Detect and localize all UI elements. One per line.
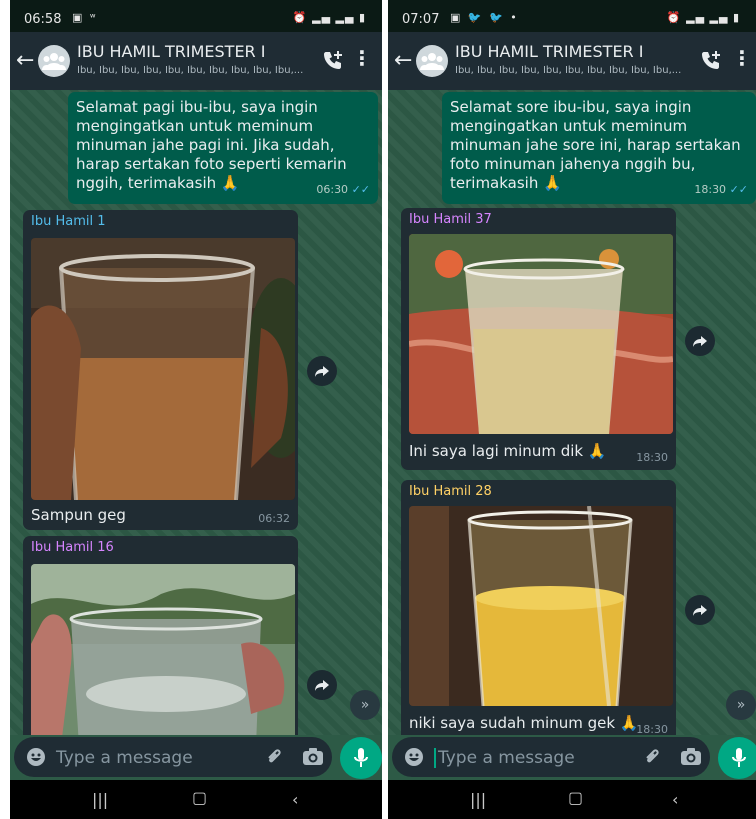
forward-icon[interactable] xyxy=(685,326,715,356)
input-placeholder: Type a message xyxy=(56,748,193,768)
chat-area[interactable]: Selamat sore ibu-ibu, saya ingin menging… xyxy=(388,90,756,735)
add-call-icon[interactable] xyxy=(700,49,722,75)
forward-icon[interactable] xyxy=(307,356,337,386)
recents-nav-icon[interactable]: ||| xyxy=(470,790,486,809)
compose-bar: Type a message xyxy=(10,735,382,780)
message-text: Selamat sore ibu-ibu, saya ingin menging… xyxy=(450,98,741,192)
message-caption: niki saya sudah minum gek 🙏 xyxy=(409,714,639,732)
home-nav-icon[interactable]: ▢ xyxy=(568,788,583,807)
back-nav-icon[interactable]: ‹ xyxy=(672,790,678,809)
status-bar: 07:07 ▣ 🐦 🐦 • ⏰ ▂▄ ▂▄ ▮ xyxy=(388,8,756,30)
status-bar: 06:58 ▣ ʷ ⏰ ▂▄ ▂▄ ▮ xyxy=(10,8,382,30)
message-meta: 18:30 ✓✓ xyxy=(694,180,748,199)
message-time: 18:30 xyxy=(636,451,668,464)
group-avatar-icon[interactable] xyxy=(38,45,70,77)
back-arrow-icon[interactable]: ← xyxy=(16,48,34,73)
group-members[interactable]: Ibu, Ibu, Ibu, Ibu, Ibu, Ibu, Ibu, Ibu, … xyxy=(455,65,687,76)
ginger-drink-photo[interactable] xyxy=(409,234,673,434)
more-vert-icon[interactable]: ⋮ xyxy=(732,46,752,70)
more-vert-icon[interactable]: ⋮ xyxy=(352,46,372,70)
chat-header[interactable]: ← IBU HAMIL TRIMESTER I Ibu, Ibu, Ibu, I… xyxy=(10,32,382,90)
message-text: Selamat pagi ibu-ibu, saya ingin menging… xyxy=(76,98,347,192)
scroll-down-icon[interactable]: » xyxy=(350,690,380,720)
message-caption: Ini saya lagi minum dik 🙏 xyxy=(409,442,607,460)
sender-name[interactable]: Ibu Hamil 28 xyxy=(409,484,492,499)
message-input[interactable]: Type a message xyxy=(392,737,710,777)
home-nav-icon[interactable]: ▢ xyxy=(192,788,207,807)
back-nav-icon[interactable]: ‹ xyxy=(292,790,298,809)
sender-name[interactable]: Ibu Hamil 16 xyxy=(31,540,114,555)
mic-icon[interactable] xyxy=(340,737,382,779)
message-caption: Sampun geg xyxy=(31,506,126,524)
ginger-drink-photo[interactable] xyxy=(31,564,295,735)
system-nav-bar: ||| ▢ ‹ xyxy=(10,780,382,819)
group-avatar-icon[interactable] xyxy=(416,45,448,77)
compose-bar: Type a message xyxy=(388,735,756,780)
message-time: 06:32 xyxy=(258,512,290,525)
incoming-image-message[interactable]: Ibu Hamil 16 xyxy=(23,536,298,735)
sender-name[interactable]: Ibu Hamil 1 xyxy=(31,214,106,229)
emoji-icon[interactable] xyxy=(404,747,424,771)
forward-icon[interactable] xyxy=(307,670,337,700)
input-placeholder: Type a message xyxy=(434,748,575,768)
forward-icon[interactable] xyxy=(685,595,715,625)
message-time: 18:30 xyxy=(694,183,727,196)
outgoing-message[interactable]: Selamat pagi ibu-ibu, saya ingin menging… xyxy=(68,92,378,204)
message-meta: 06:30 ✓✓ xyxy=(316,180,370,199)
ginger-drink-photo[interactable] xyxy=(31,238,295,500)
incoming-image-message[interactable]: Ibu Hamil 28 niki saya sudah minum gek 🙏… xyxy=(401,480,676,735)
camera-icon[interactable] xyxy=(680,747,702,771)
right-phone-screen: 07:07 ▣ 🐦 🐦 • ⏰ ▂▄ ▂▄ ▮ ← IBU HAMIL TRIM… xyxy=(388,0,756,819)
outgoing-message[interactable]: Selamat sore ibu-ibu, saya ingin menging… xyxy=(442,92,756,204)
message-time: 06:30 xyxy=(316,183,349,196)
message-time: 18:30 xyxy=(636,723,668,735)
mic-icon[interactable] xyxy=(718,737,756,779)
group-title[interactable]: IBU HAMIL TRIMESTER I xyxy=(455,42,643,61)
incoming-image-message[interactable]: Ibu Hamil 37 Ini saya lagi minum dik 🙏 1… xyxy=(401,208,676,470)
ginger-drink-photo[interactable] xyxy=(409,506,673,706)
camera-icon[interactable] xyxy=(302,747,324,771)
system-nav-bar: ||| ▢ ‹ xyxy=(388,780,756,819)
group-members[interactable]: Ibu, Ibu, Ibu, Ibu, Ibu, Ibu, Ibu, Ibu, … xyxy=(77,65,309,76)
status-time: 07:07 xyxy=(402,12,440,27)
read-ticks-icon: ✓✓ xyxy=(351,183,370,196)
notification-icons: ▣ ʷ xyxy=(72,11,98,24)
notification-icons: ▣ 🐦 🐦 • xyxy=(450,11,519,24)
message-input[interactable]: Type a message xyxy=(14,737,332,777)
chat-area[interactable]: Selamat pagi ibu-ibu, saya ingin menging… xyxy=(10,90,382,735)
attach-icon[interactable] xyxy=(264,747,284,771)
scroll-down-icon[interactable]: » xyxy=(726,690,756,720)
incoming-image-message[interactable]: Ibu Hamil 1 Sampun geg 06:32 xyxy=(23,210,298,530)
back-arrow-icon[interactable]: ← xyxy=(394,48,412,73)
sender-name[interactable]: Ibu Hamil 37 xyxy=(409,212,492,227)
group-title[interactable]: IBU HAMIL TRIMESTER I xyxy=(77,42,265,61)
recents-nav-icon[interactable]: ||| xyxy=(92,790,108,809)
left-phone-screen: 06:58 ▣ ʷ ⏰ ▂▄ ▂▄ ▮ ← IBU HAMIL TRIMESTE… xyxy=(10,0,382,819)
chat-header[interactable]: ← IBU HAMIL TRIMESTER I Ibu, Ibu, Ibu, I… xyxy=(388,32,756,90)
attach-icon[interactable] xyxy=(642,747,662,771)
add-call-icon[interactable] xyxy=(322,49,344,75)
emoji-icon[interactable] xyxy=(26,747,46,771)
system-status-icons: ⏰ ▂▄ ▂▄ ▮ xyxy=(666,11,740,24)
status-time: 06:58 xyxy=(24,12,62,27)
system-status-icons: ⏰ ▂▄ ▂▄ ▮ xyxy=(292,11,366,24)
read-ticks-icon: ✓✓ xyxy=(729,183,748,196)
